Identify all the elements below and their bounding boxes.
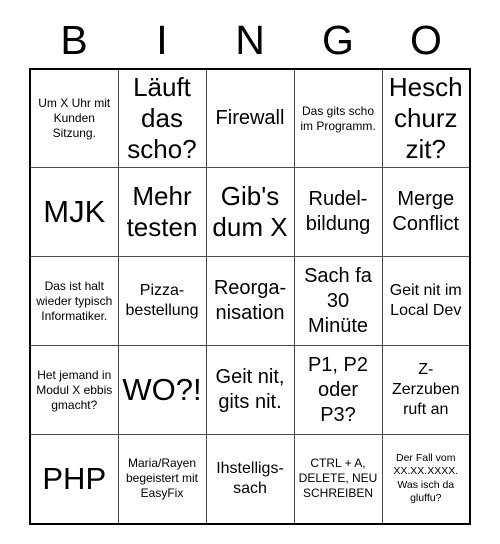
bingo-cell-label: Um X Uhr mit Kunden Sitzung. bbox=[38, 96, 111, 140]
bingo-cell-label: Ihstelligs-sach bbox=[216, 459, 284, 497]
bingo-cell[interactable]: Maria/Rayen begeistert mit EasyFix bbox=[117, 434, 207, 524]
bingo-row: Das ist halt wieder typisch Informatiker… bbox=[29, 256, 471, 346]
header-letter-n: N bbox=[235, 17, 265, 63]
bingo-cell[interactable]: Geit nit, gits nit. bbox=[205, 345, 295, 435]
bingo-card: B I N G O Um X Uhr mit Kunden Sitzung. L… bbox=[0, 0, 500, 544]
bingo-cell-label: Z-Zerzuben ruft an bbox=[391, 361, 460, 418]
bingo-row: PHP Maria/Rayen begeistert mit EasyFix I… bbox=[29, 434, 471, 524]
bingo-cell-label: Gib's dum X bbox=[212, 181, 288, 242]
bingo-header: B I N G O bbox=[30, 0, 470, 64]
bingo-cell-label: Das ist halt wieder typisch Informatiker… bbox=[36, 278, 113, 323]
bingo-cell-label: PHP bbox=[42, 460, 107, 496]
bingo-cell-label: Firewall bbox=[215, 107, 285, 129]
bingo-cell[interactable]: Pizza-bestellung bbox=[117, 256, 207, 346]
bingo-cell-label: CTRL + A, DELETE, NEU SCHREIBEN bbox=[298, 456, 378, 501]
header-letter-b: B bbox=[60, 17, 88, 63]
bingo-cell[interactable]: Mehr testen bbox=[117, 167, 207, 257]
bingo-cell-label: Het jemand in Modul X ebbis gmacht? bbox=[36, 367, 113, 412]
bingo-grid: Um X Uhr mit Kunden Sitzung. Läuft das s… bbox=[29, 68, 471, 525]
bingo-cell[interactable]: Der Fall vom XX.XX.XXXX. Was isch da glu… bbox=[381, 434, 471, 524]
bingo-cell[interactable]: Reorga-nisation bbox=[205, 256, 295, 346]
bingo-cell[interactable]: Het jemand in Modul X ebbis gmacht? bbox=[29, 345, 119, 435]
bingo-cell-label: Sach fa 30 Minüte bbox=[304, 264, 372, 337]
bingo-cell-label: Der Fall vom XX.XX.XXXX. Was isch da glu… bbox=[393, 451, 459, 505]
bingo-cell-label: MJK bbox=[43, 194, 106, 229]
bingo-row: MJK Mehr testen Gib's dum X Rudel-bildun… bbox=[29, 167, 471, 257]
bingo-cell-label: P1, P2 oder P3? bbox=[307, 353, 369, 426]
bingo-cell[interactable]: Das ist halt wieder typisch Informatiker… bbox=[29, 256, 119, 346]
bingo-cell[interactable]: MJK bbox=[29, 167, 119, 257]
bingo-cell[interactable]: PHP bbox=[29, 434, 119, 524]
bingo-cell[interactable]: P1, P2 oder P3? bbox=[293, 345, 383, 435]
bingo-cell[interactable]: Um X Uhr mit Kunden Sitzung. bbox=[29, 68, 119, 168]
bingo-row: Um X Uhr mit Kunden Sitzung. Läuft das s… bbox=[29, 68, 471, 168]
bingo-cell[interactable]: Läuft das scho? bbox=[117, 68, 207, 168]
bingo-cell[interactable]: CTRL + A, DELETE, NEU SCHREIBEN bbox=[293, 434, 383, 524]
header-letter-o: O bbox=[410, 17, 442, 63]
bingo-cell-label: Reorga-nisation bbox=[213, 277, 287, 324]
bingo-cell[interactable]: Ihstelligs-sach bbox=[205, 434, 295, 524]
bingo-cell-label: Das gits scho im Programm. bbox=[300, 103, 376, 133]
bingo-cell-label: Geit nit im Local Dev bbox=[389, 282, 462, 319]
bingo-cell[interactable]: Merge Conflict bbox=[381, 167, 471, 257]
header-letter-g: G bbox=[322, 17, 354, 63]
bingo-grid-body: Um X Uhr mit Kunden Sitzung. Läuft das s… bbox=[29, 68, 471, 524]
bingo-cell-label: Maria/Rayen begeistert mit EasyFix bbox=[125, 456, 199, 501]
bingo-cell[interactable]: Z-Zerzuben ruft an bbox=[381, 345, 471, 435]
bingo-cell-label: Pizza-bestellung bbox=[125, 282, 199, 319]
bingo-cell-label: Hesch churz zit? bbox=[388, 72, 463, 164]
header-letter-i: I bbox=[156, 17, 168, 63]
bingo-cell[interactable]: Hesch churz zit? bbox=[381, 68, 471, 168]
bingo-cell-label: Mehr testen bbox=[126, 181, 198, 242]
bingo-cell[interactable]: Gib's dum X bbox=[205, 167, 295, 257]
bingo-cell[interactable]: Das gits scho im Programm. bbox=[293, 68, 383, 168]
bingo-cell-label: Geit nit, gits nit. bbox=[215, 366, 285, 413]
bingo-cell[interactable]: Rudel-bildung bbox=[293, 167, 383, 257]
bingo-cell[interactable]: Firewall bbox=[205, 68, 295, 168]
bingo-cell-label: Merge Conflict bbox=[392, 188, 460, 235]
bingo-cell[interactable]: Geit nit im Local Dev bbox=[381, 256, 471, 346]
bingo-cell[interactable]: Sach fa 30 Minüte bbox=[293, 256, 383, 346]
bingo-row: Het jemand in Modul X ebbis gmacht? WO?!… bbox=[29, 345, 471, 435]
bingo-cell-label: Rudel-bildung bbox=[305, 188, 371, 235]
bingo-cell[interactable]: WO?! bbox=[117, 345, 207, 435]
bingo-cell-label: Läuft das scho? bbox=[127, 72, 197, 164]
bingo-cell-label: WO?! bbox=[122, 372, 202, 407]
